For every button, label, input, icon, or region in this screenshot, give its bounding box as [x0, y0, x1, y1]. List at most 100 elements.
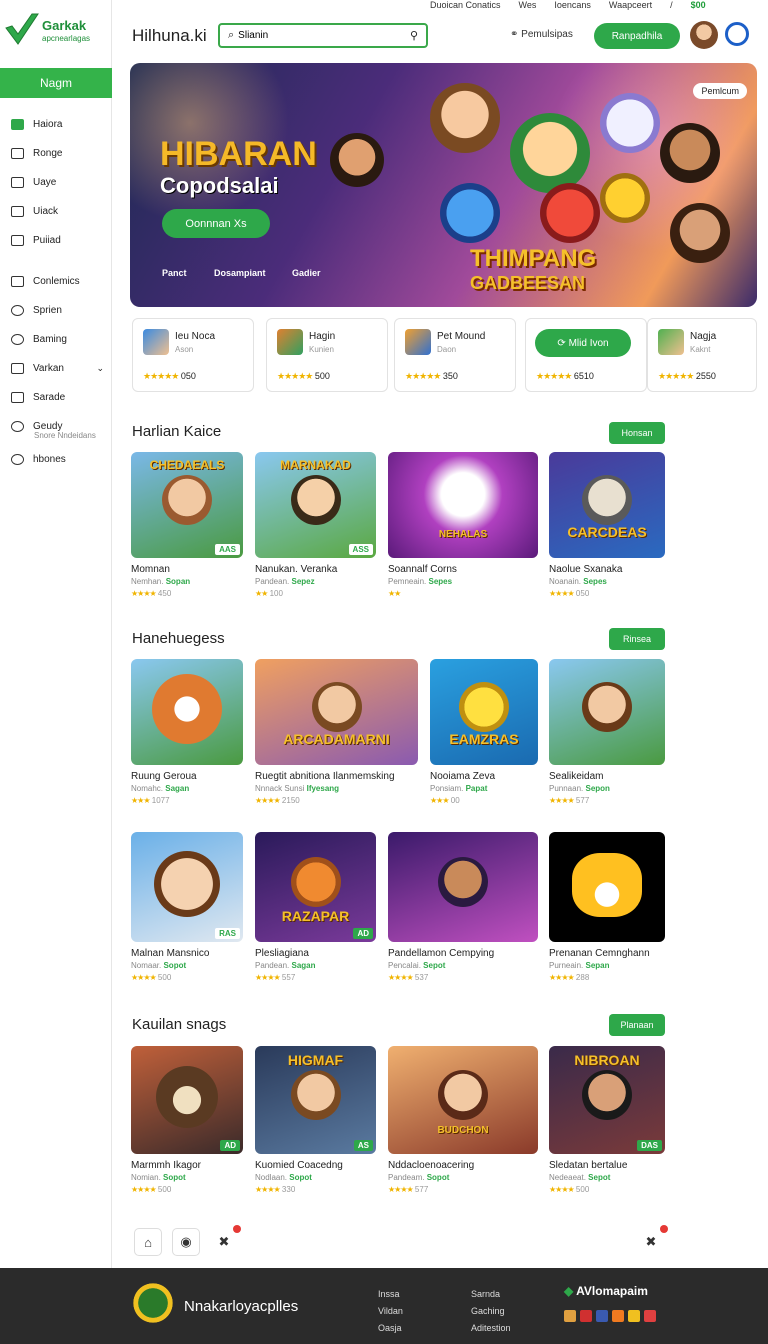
top-link-waapceert[interactable]: Waapceert — [609, 0, 652, 10]
sidebar-item-geudy[interactable]: Geudy — [0, 412, 112, 441]
footer-link[interactable]: Gaching — [471, 1303, 511, 1320]
game-publisher: Ponsiam. Papat — [430, 784, 538, 793]
game-card[interactable]: CHEDAEALS AAS Momnan Nemhan. Sopan ★★★★ 4… — [131, 452, 243, 598]
home-icon: ⌂ — [144, 1234, 152, 1250]
header-primary-button[interactable]: Ranpadhila — [594, 23, 680, 49]
footer-link[interactable]: Inssa — [378, 1286, 403, 1303]
game-title-art: BUDCHON — [437, 1125, 489, 1136]
game-name: Ruegtit abnitiona Ilanmemsking — [255, 771, 395, 782]
game-card[interactable]: RAS Malnan Mansnico Nomaar. Sopot ★★★★ 5… — [131, 832, 243, 982]
sidebar-item-puiiad[interactable]: Puiiad — [0, 226, 112, 255]
game-card[interactable]: Ruung Geroua Nomahc. Sagan ★★★ 1077 — [131, 659, 243, 805]
game-card[interactable]: MARNAKAD ASS Nanukan. Veranka Pandean. Se… — [255, 452, 376, 598]
controller-icon — [11, 119, 24, 130]
footer-link[interactable]: Oasja — [378, 1320, 403, 1337]
user-icon[interactable] — [725, 22, 749, 46]
header-link[interactable]: ⚭ Pemulsipas — [510, 29, 573, 40]
top-link-conatics[interactable]: Duoican Conatics — [430, 0, 501, 10]
sidebar-item-conlemics[interactable]: Conlemics — [0, 267, 112, 296]
social-icon[interactable] — [580, 1310, 592, 1322]
avatar[interactable] — [690, 21, 718, 49]
logo[interactable]: Garkak apcnearlagas — [4, 10, 108, 52]
sidebar-item-varkan[interactable]: Varkan ⌄ — [0, 354, 112, 383]
search-box[interactable]: ⌕ ⚲ — [218, 23, 428, 48]
game-publisher-name: Purneain. — [549, 961, 584, 970]
star-rating-icon: ★★★★ — [549, 589, 575, 598]
camera-button[interactable]: ◉ — [172, 1228, 200, 1256]
game-title-art: NIBROAN — [574, 1052, 640, 1068]
hero-cta-button[interactable]: Oonnnan Xs — [162, 209, 270, 238]
game-publisher-name: Nemhan. — [131, 577, 164, 586]
section-see-all-button[interactable]: Planaan — [609, 1014, 665, 1036]
game-rating-value: 1077 — [151, 796, 170, 805]
notification-dot — [660, 1225, 668, 1233]
hero-tag[interactable]: Pemlcum — [693, 83, 747, 99]
section-see-all-button[interactable]: Honsan — [609, 422, 665, 444]
game-publisher: Pencalai. Sepot — [388, 961, 538, 970]
sidebar-item-sarade[interactable]: Sarade — [0, 383, 112, 412]
sidebar-active-item[interactable]: Nagm — [0, 68, 112, 98]
sidebar-item-uiack[interactable]: Uiack — [0, 197, 112, 226]
game-publisher-tag: Sepes — [583, 577, 607, 586]
featured-sub: Daon — [437, 345, 457, 354]
social-icon[interactable] — [644, 1310, 656, 1322]
game-card[interactable]: EAMZRAS Nooiama Zeva Ponsiam. Papat ★★★ … — [430, 659, 538, 805]
tool-button-right[interactable]: ✖ — [637, 1225, 668, 1256]
game-card[interactable]: CARCDEAS Naolue Sxanaka Noanain. Sepes ★… — [549, 452, 665, 598]
game-card[interactable]: ARCADAMARNI Ruegtit abnitiona Ilanmemski… — [255, 659, 418, 805]
sidebar-item-sprien[interactable]: Sprien — [0, 296, 112, 325]
featured-name: Ieu Noca — [175, 331, 216, 342]
game-name: Soannalf Corns — [388, 564, 457, 575]
featured-card[interactable]: Pet Mound Daon ★★★★★ 350 — [394, 318, 516, 392]
social-icon[interactable] — [628, 1310, 640, 1322]
game-badge: RAS — [215, 928, 240, 939]
game-card[interactable]: RAZAPAR AD Plesliagiana Pandean. Sagan ★★… — [255, 832, 376, 982]
hero-banner[interactable]: Pemlcum HIBARAN Copodsalai Oonnnan Xs Pa… — [130, 63, 757, 307]
top-link-wes[interactable]: Wes — [519, 0, 537, 10]
search-submit-icon[interactable]: ⚲ — [410, 29, 418, 42]
game-card[interactable]: NIBROAN DAS Sledatan bertalue Nedeaeat. S… — [549, 1046, 665, 1194]
footer-logo[interactable] — [130, 1280, 176, 1326]
footer-app-brand[interactable]: ◆ AVlomapaim — [564, 1284, 648, 1298]
footer-link[interactable]: Sarnda — [471, 1286, 511, 1303]
game-card[interactable]: AD Marmmh Ikagor Nomian. Sopot ★★★★ 500 — [131, 1046, 243, 1194]
featured-card[interactable]: Ieu Noca Ason ★★★★★ 050 — [132, 318, 254, 392]
social-icon[interactable] — [612, 1310, 624, 1322]
refresh-icon: ⟳ — [557, 337, 569, 349]
top-link-ioencans[interactable]: Ioencans — [554, 0, 591, 10]
home-button[interactable]: ⌂ — [134, 1228, 162, 1256]
game-rating-value: 330 — [281, 1185, 296, 1194]
sidebar-item-haiora[interactable]: Haiora — [0, 110, 112, 139]
featured-card[interactable]: Hagin Kunien ★★★★★ 500 — [266, 318, 388, 392]
game-publisher-tag: Sepez — [291, 577, 315, 586]
game-card[interactable]: Prenanan Cemnghann Purneain. Sepan ★★★★ … — [549, 832, 665, 982]
game-card[interactable]: NEHALAS Soannalf Corns Pemneain. Sepes ★… — [388, 452, 538, 598]
footer-links-col2: Sarnda Gaching Aditestion — [471, 1286, 511, 1337]
game-rating: ★★★★ 050 — [549, 589, 665, 598]
tool-button[interactable]: ✖ — [210, 1225, 241, 1256]
game-card[interactable]: BUDCHON Nddacloenoacering Pandeam. Sopot… — [388, 1046, 538, 1194]
chevron-down-icon[interactable]: ⌄ — [96, 363, 104, 374]
search-input[interactable] — [238, 30, 410, 41]
game-card[interactable]: Sealikeidam Punnaan. Sepon ★★★★ 577 — [549, 659, 665, 805]
game-title-art: NEHALAS — [438, 529, 488, 540]
footer-link[interactable]: Vildan — [378, 1303, 403, 1320]
sidebar-item-hbones[interactable]: hbones — [0, 445, 112, 474]
sidebar-item-uaye[interactable]: Uaye — [0, 168, 112, 197]
section-see-all-button[interactable]: Rinsea — [609, 628, 665, 650]
game-thumbnail — [549, 832, 665, 942]
social-icon[interactable] — [564, 1310, 576, 1322]
featured-card[interactable]: Nagja Kaknt ★★★★★ 2550 — [647, 318, 757, 392]
game-card[interactable]: HIGMAF AS Kuomied Coacedng Nodlaan. Sopot… — [255, 1046, 376, 1194]
footer-link[interactable]: Aditestion — [471, 1320, 511, 1337]
facebook-icon[interactable] — [596, 1310, 608, 1322]
game-publisher: Nemhan. Sopan — [131, 577, 243, 586]
game-card[interactable]: Pandellamon Cempying Pencalai. Sepot ★★★… — [388, 832, 538, 982]
game-publisher-tag: Sopan — [165, 577, 191, 586]
featured-action-button[interactable]: ⟳ Mlid Ivon — [535, 329, 631, 357]
sidebar-item-ronge[interactable]: Ronge — [0, 139, 112, 168]
hero-subtitle: Copodsalai — [160, 173, 279, 198]
featured-rating: ★★★★★ 050 — [143, 371, 196, 382]
sidebar-item-baming[interactable]: Baming — [0, 325, 112, 354]
character-illustration — [152, 674, 222, 744]
